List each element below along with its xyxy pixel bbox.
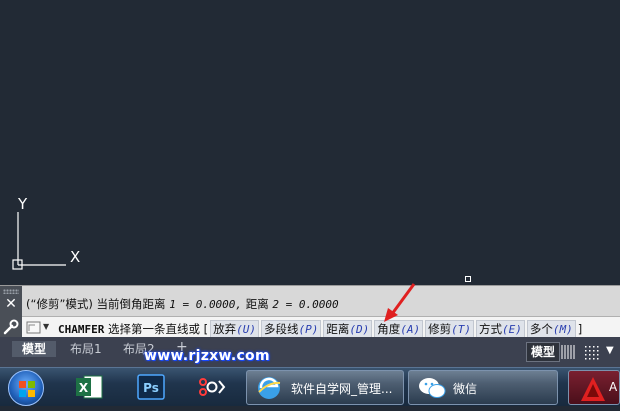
layout-tabs-bar: 模型 布局1 布局2 + www.rjzxw.com 模型 ▼	[0, 337, 620, 367]
taskbar-button-label: 软件自学网_管理...	[291, 382, 393, 396]
chevron-down-icon[interactable]: ▼	[43, 322, 49, 331]
svg-text:Ps: Ps	[143, 381, 159, 395]
chevron-down-icon[interactable]: ▼	[606, 345, 614, 356]
option-method[interactable]: 方式(E)	[476, 320, 525, 338]
command-history-line: (“修剪”模式) 当前倒角距离 1 = 0.0000, 距离 2 = 0.000…	[26, 296, 339, 312]
taskbar-button-browser[interactable]: 软件自学网_管理...	[246, 370, 404, 405]
taskbar-button-autocad[interactable]: A	[568, 370, 620, 405]
recorder-app-icon[interactable]	[196, 372, 226, 402]
option-multiple[interactable]: 多个(M)	[526, 320, 576, 338]
wechat-icon	[419, 378, 446, 398]
tab-layout1[interactable]: 布局1	[60, 341, 112, 357]
option-undo[interactable]: 放弃(U)	[210, 320, 260, 338]
open-bracket: [	[203, 322, 209, 336]
history-distance-prefix: 距离	[245, 297, 269, 311]
command-icon[interactable]	[26, 320, 42, 335]
tab-model[interactable]: 模型	[12, 341, 57, 357]
command-name: CHAMFER	[58, 323, 105, 336]
option-trim[interactable]: 修剪(T)	[425, 320, 475, 338]
command-input[interactable]: ▼ CHAMFER 选择第一条直线或 [放弃(U) 多段线(P) 距离(D) 角度(A…	[22, 316, 620, 338]
command-prompt: CHAMFER 选择第一条直线或 [放弃(U) 多段线(P) 距离(D) 角度(A) 修…	[58, 320, 584, 338]
excel-icon[interactable]: X	[74, 372, 104, 402]
autocad-icon	[581, 377, 605, 401]
option-polyline[interactable]: 多段线(P)	[261, 320, 322, 338]
taskbar: X Ps 软件自学网_管理... 微信 A	[0, 367, 620, 406]
red-pointer-arrow-icon	[384, 283, 416, 322]
command-line-sidebar: ✕	[0, 286, 22, 338]
svg-text:X: X	[79, 381, 89, 395]
ucs-icon: Y X	[12, 195, 80, 270]
history-mode-text: (“修剪”模式) 当前倒角距离	[26, 297, 166, 311]
history-distance-2: 2 = 0.0000	[272, 298, 339, 311]
snap-icon[interactable]	[584, 344, 600, 360]
ucs-x-label: X	[70, 248, 80, 266]
watermark: www.rjzxw.com	[144, 348, 270, 364]
history-distance-1: 1 = 0.0000,	[169, 298, 243, 311]
start-button[interactable]	[8, 370, 44, 406]
model-space-button[interactable]: 模型	[526, 342, 561, 362]
command-prompt-text: 选择第一条直线或	[108, 322, 201, 336]
taskbar-button-wechat[interactable]: 微信	[408, 370, 558, 405]
grip-marker[interactable]	[465, 276, 471, 282]
command-line-panel: ✕ (“修剪”模式) 当前倒角距离 1 = 0.0000, 距离 2 = 0.0…	[0, 285, 620, 338]
drawing-canvas[interactable]: Y X	[0, 0, 620, 285]
taskbar-button-label: A	[609, 380, 618, 394]
ucs-y-label: Y	[17, 195, 28, 213]
option-distance[interactable]: 距离(D)	[323, 320, 373, 338]
grid-icon[interactable]	[560, 344, 576, 360]
wrench-icon[interactable]	[2, 318, 20, 336]
windows-logo-icon	[19, 381, 35, 397]
close-bracket: ]	[577, 322, 583, 336]
browser-icon	[258, 377, 281, 399]
close-icon[interactable]: ✕	[2, 296, 20, 312]
drag-grip-icon[interactable]	[3, 289, 19, 294]
photoshop-icon[interactable]: Ps	[136, 372, 166, 402]
taskbar-button-label: 微信	[453, 382, 478, 396]
